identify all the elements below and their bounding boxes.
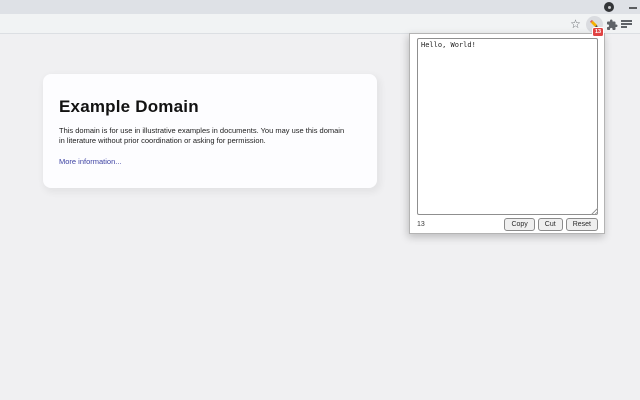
browser-window: ☆ 13 Example Domain This domain is for u… [0,0,640,400]
bookmark-star-icon[interactable]: ☆ [569,18,582,31]
char-count: 13 [417,221,425,228]
minimize-button[interactable] [629,7,637,9]
menu-icon[interactable] [621,20,632,30]
extension-popup: Hello, World! 13 Copy Cut Reset [409,33,605,234]
cut-button[interactable]: Cut [537,217,563,232]
page-title: Example Domain [59,97,199,116]
round-window-control-dot [607,5,611,9]
browser-toolbar [0,14,640,34]
example-domain-card: Example Domain This domain is for use in… [43,74,377,188]
page-paragraph: This domain is for use in illustrative e… [59,126,345,145]
reset-button[interactable]: Reset [565,217,598,232]
tab-strip [0,0,640,14]
resize-grip-icon[interactable] [591,208,598,215]
extensions-puzzle-icon[interactable] [606,19,618,31]
popup-textarea[interactable]: Hello, World! [417,38,598,215]
copy-button[interactable]: Copy [504,217,535,232]
extension-badge: 13 [593,28,603,36]
more-information-link[interactable]: More information... [59,157,122,166]
popup-button-row: Copy Cut Reset [504,217,598,232]
popup-footer: 13 Copy Cut Reset [417,217,598,232]
round-window-control[interactable] [604,2,614,12]
